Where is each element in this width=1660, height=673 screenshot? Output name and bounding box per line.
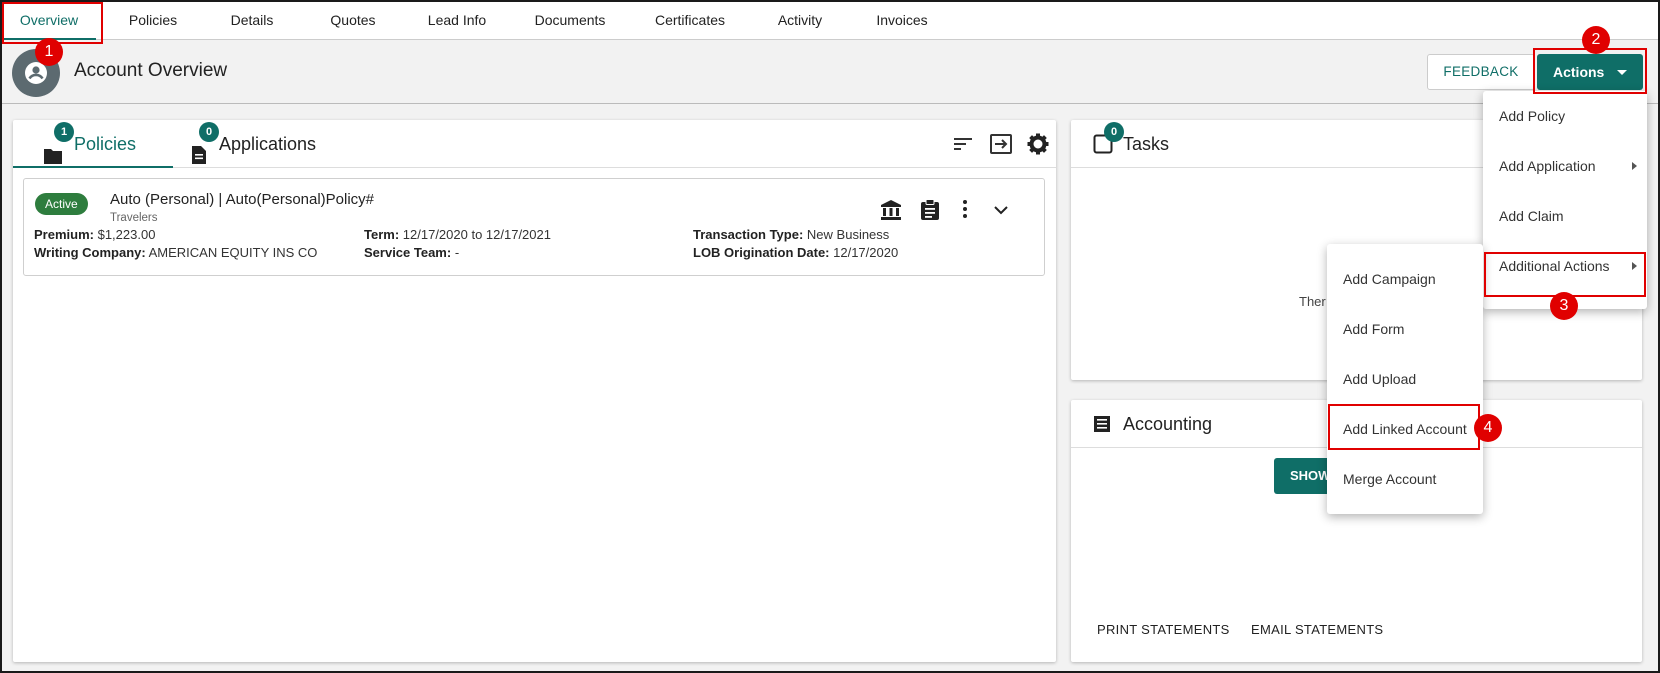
tab-quotes[interactable]: Quotes <box>318 2 388 40</box>
lob-date-field: LOB Origination Date: 12/17/2020 <box>693 245 898 260</box>
tab-details[interactable]: Details <box>212 2 292 40</box>
menu-item-merge-account[interactable]: Merge Account <box>1327 454 1483 504</box>
service-team-value: - <box>454 245 460 260</box>
menu-item-add-linked-account[interactable]: Add Linked Account <box>1327 404 1483 454</box>
transaction-type-label: Transaction Type: <box>693 227 804 242</box>
lob-date-label: LOB Origination Date: <box>693 245 830 260</box>
sort-icon[interactable] <box>953 133 973 158</box>
writing-company-value: AMERICAN EQUITY INS CO <box>148 245 318 260</box>
menu-item-label: Additional Actions <box>1499 258 1610 274</box>
caret-right-icon <box>1632 262 1637 270</box>
more-vert-icon[interactable] <box>962 199 968 224</box>
tab-certificates[interactable]: Certificates <box>642 2 738 40</box>
policy-carrier: Travelers <box>110 212 158 224</box>
annotation-marker: 4 <box>1474 414 1502 442</box>
annotation-marker: 1 <box>35 38 63 66</box>
term-label: Term: <box>364 227 400 242</box>
document-icon <box>191 135 207 183</box>
premium-value: $1,223.00 <box>97 227 156 242</box>
tab-overview[interactable]: Overview <box>2 2 96 40</box>
service-team-field: Service Team: - <box>364 245 459 260</box>
premium-label: Premium: <box>34 227 94 242</box>
export-icon[interactable] <box>989 133 1013 160</box>
menu-item-additional-actions[interactable]: Additional Actions <box>1483 241 1647 291</box>
menu-item-label: Add Application <box>1499 158 1596 174</box>
service-team-label: Service Team: <box>364 245 452 260</box>
app-window: Overview Policies Details Quotes Lead In… <box>0 0 1660 673</box>
menu-item-add-form[interactable]: Add Form <box>1327 304 1483 354</box>
page-title: Account Overview <box>74 60 228 81</box>
additional-actions-menu: Add Campaign Add Form Add Upload Add Lin… <box>1327 244 1483 514</box>
tab-label: Policies <box>74 134 137 154</box>
actions-button-label: Actions <box>1553 64 1605 80</box>
top-nav: Overview Policies Details Quotes Lead In… <box>2 2 1658 40</box>
gear-icon[interactable] <box>1027 133 1049 160</box>
menu-item-add-application[interactable]: Add Application <box>1483 141 1647 191</box>
policies-count-badge: 1 <box>54 122 74 142</box>
actions-button[interactable]: Actions <box>1537 54 1643 90</box>
term-value: 12/17/2020 to 12/17/2021 <box>402 227 551 242</box>
tab-applications[interactable]: 0 Applications <box>179 120 339 168</box>
annotation-marker: 3 <box>1550 292 1578 320</box>
lob-date-value: 12/17/2020 <box>833 245 899 260</box>
tab-documents[interactable]: Documents <box>522 2 618 40</box>
tasks-title: Tasks <box>1123 134 1170 154</box>
policies-tabs: 1 Policies 0 Applications <box>13 120 1056 168</box>
tab-policies-list[interactable]: 1 Policies <box>13 120 173 168</box>
caret-down-icon <box>1617 70 1627 75</box>
annotation-marker: 2 <box>1582 26 1610 54</box>
term-field: Term: 12/17/2020 to 12/17/2021 <box>364 227 551 242</box>
email-statements-button[interactable]: EMAIL STATEMENTS <box>1251 622 1383 637</box>
accounting-title: Accounting <box>1123 414 1213 434</box>
transaction-type-field: Transaction Type: New Business <box>693 227 889 242</box>
tasks-count-badge: 0 <box>1104 122 1124 142</box>
policy-card[interactable]: Active Auto (Personal) | Auto(Personal)P… <box>23 178 1045 276</box>
writing-company-label: Writing Company: <box>34 245 146 260</box>
folder-icon <box>43 135 63 183</box>
feedback-button[interactable]: FEEDBACK <box>1427 54 1535 90</box>
menu-item-add-claim[interactable]: Add Claim <box>1483 191 1647 241</box>
tab-activity[interactable]: Activity <box>758 2 842 40</box>
print-statements-button[interactable]: PRINT STATEMENTS <box>1097 622 1230 637</box>
policy-title[interactable]: Auto (Personal) | Auto(Personal)Policy# <box>110 191 374 208</box>
tab-policies[interactable]: Policies <box>110 2 196 40</box>
clipboard-icon[interactable] <box>920 199 940 226</box>
premium-field: Premium: $1,223.00 <box>34 227 155 242</box>
menu-item-add-campaign[interactable]: Add Campaign <box>1327 254 1483 304</box>
caret-right-icon <box>1632 162 1637 170</box>
page-header: Account Overview FEEDBACK Actions <box>2 40 1658 104</box>
tab-lead-info[interactable]: Lead Info <box>412 2 502 40</box>
policies-panel: 1 Policies 0 Applications Active Auto (P… <box>13 120 1056 662</box>
actions-menu: Add Policy Add Application Add Claim Add… <box>1483 91 1647 309</box>
menu-item-add-upload[interactable]: Add Upload <box>1327 354 1483 404</box>
transaction-type-value: New Business <box>806 227 890 242</box>
receipt-icon <box>1093 415 1111 438</box>
bank-icon[interactable] <box>880 199 902 226</box>
applications-count-badge: 0 <box>199 122 219 142</box>
status-badge: Active <box>35 193 88 215</box>
tab-invoices[interactable]: Invoices <box>862 2 942 40</box>
tasks-empty-text: Ther <box>1299 294 1326 309</box>
tab-label: Applications <box>219 134 317 154</box>
chevron-down-icon[interactable] <box>994 202 1008 220</box>
menu-item-add-policy[interactable]: Add Policy <box>1483 91 1647 141</box>
writing-company-field: Writing Company: AMERICAN EQUITY INS CO <box>34 245 317 260</box>
